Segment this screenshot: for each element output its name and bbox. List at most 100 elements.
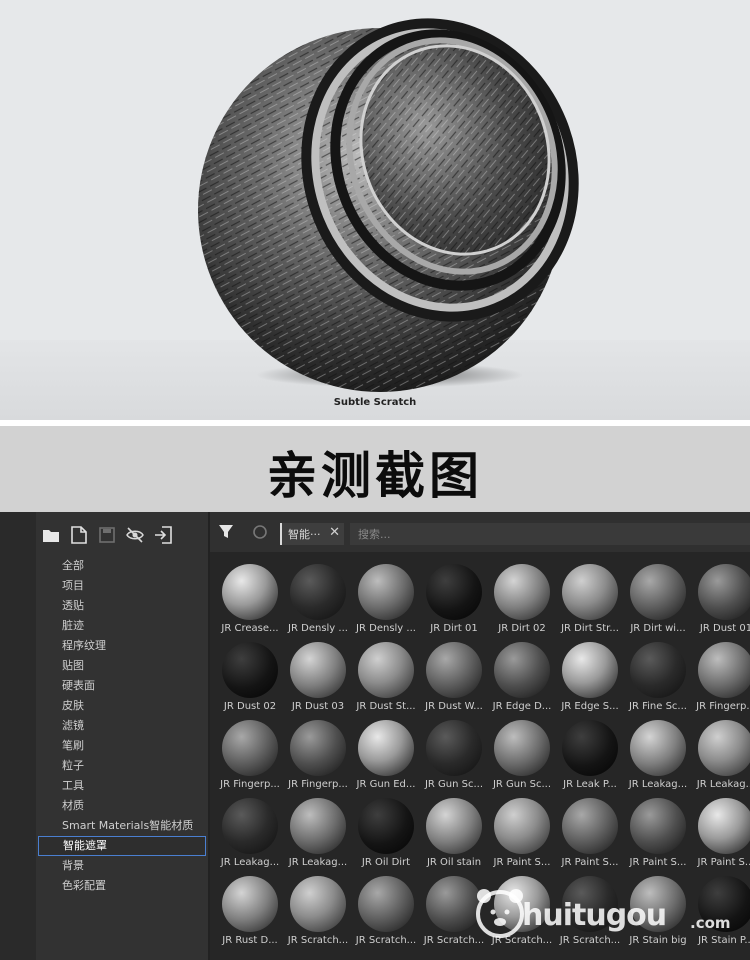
category-item[interactable]: 笔刷: [36, 736, 208, 756]
material-thumbnail: [222, 564, 278, 620]
filter-tag[interactable]: 智能··· ✕: [280, 523, 344, 545]
asset-tile[interactable]: JR Dirt Str...: [556, 560, 624, 636]
asset-tile[interactable]: JR Paint S...: [624, 794, 692, 870]
asset-tile[interactable]: JR Fine Sc...: [624, 638, 692, 714]
asset-name: JR Scratch...: [287, 935, 349, 946]
asset-tile[interactable]: JR Fingerp...: [284, 716, 352, 792]
asset-tile[interactable]: JR Paint S...: [488, 794, 556, 870]
asset-tile[interactable]: JR Gun Sc...: [420, 716, 488, 792]
material-thumbnail: [290, 720, 346, 776]
asset-name: JR Leakag...: [220, 857, 280, 868]
search-input[interactable]: [350, 523, 750, 545]
new-file-icon[interactable]: [68, 524, 90, 546]
filter-icon[interactable]: [218, 524, 238, 542]
asset-tile[interactable]: JR Densly ...: [284, 560, 352, 636]
asset-tile[interactable]: JR Dirt 01: [420, 560, 488, 636]
asset-tile[interactable]: JR Fingerp...: [692, 638, 750, 714]
asset-tile[interactable]: JR Scratch...: [284, 872, 352, 948]
category-item[interactable]: 全部: [36, 556, 208, 576]
material-thumbnail: [698, 642, 750, 698]
material-thumbnail: [698, 564, 750, 620]
category-item[interactable]: 脏迹: [36, 616, 208, 636]
category-item[interactable]: 智能遮罩: [38, 836, 206, 856]
asset-tile[interactable]: JR Densly ...: [352, 560, 420, 636]
asset-name: JR Oil stain: [426, 857, 482, 868]
asset-tile[interactable]: JR Dust 02: [216, 638, 284, 714]
save-icon[interactable]: [96, 524, 118, 546]
category-item[interactable]: 硬表面: [36, 676, 208, 696]
asset-tile[interactable]: JR Edge S...: [556, 638, 624, 714]
asset-name: JR Paint S...: [697, 857, 750, 868]
folder-icon[interactable]: [40, 524, 62, 546]
material-thumbnail: [562, 720, 618, 776]
material-thumbnail: [358, 564, 414, 620]
asset-toolbar: 智能··· ✕: [210, 512, 750, 552]
watermark-text: huitugou: [522, 898, 667, 933]
material-thumbnail: [630, 564, 686, 620]
asset-tile[interactable]: JR Leakag...: [216, 794, 284, 870]
reset-icon[interactable]: [252, 524, 270, 542]
asset-tile[interactable]: JR Dust 03: [284, 638, 352, 714]
asset-tile[interactable]: JR Leakag...: [692, 716, 750, 792]
asset-name: JR Leakag...: [288, 857, 348, 868]
category-item[interactable]: 粒子: [36, 756, 208, 776]
material-thumbnail: [698, 720, 750, 776]
material-thumbnail: [630, 720, 686, 776]
category-item[interactable]: 项目: [36, 576, 208, 596]
asset-name: JR Dust 02: [223, 701, 277, 712]
asset-tile[interactable]: JR Gun Sc...: [488, 716, 556, 792]
category-item[interactable]: 背景: [36, 856, 208, 876]
material-thumbnail: [358, 876, 414, 932]
close-icon[interactable]: ✕: [329, 525, 340, 540]
asset-tile[interactable]: JR Dust W...: [420, 638, 488, 714]
category-item[interactable]: 贴图: [36, 656, 208, 676]
asset-tile[interactable]: JR Rust D...: [216, 872, 284, 948]
asset-tile[interactable]: JR Dirt 02: [488, 560, 556, 636]
material-thumbnail: [562, 798, 618, 854]
material-thumbnail: [494, 720, 550, 776]
category-item[interactable]: 滤镜: [36, 716, 208, 736]
material-thumbnail: [426, 720, 482, 776]
asset-name: JR Paint S...: [493, 857, 551, 868]
category-item[interactable]: 透贴: [36, 596, 208, 616]
asset-name: JR Crease...: [221, 623, 279, 634]
category-item[interactable]: 材质: [36, 796, 208, 816]
bear-logo-icon: [476, 889, 524, 938]
asset-name: JR Paint S...: [629, 857, 687, 868]
asset-tile[interactable]: JR Crease...: [216, 560, 284, 636]
category-item[interactable]: 色彩配置: [36, 876, 208, 896]
asset-name: JR Edge D...: [492, 701, 552, 712]
import-icon[interactable]: [152, 524, 174, 546]
material-thumbnail: [290, 798, 346, 854]
asset-tile[interactable]: JR Fingerp...: [216, 716, 284, 792]
asset-tile[interactable]: JR Oil stain: [420, 794, 488, 870]
asset-name: JR Dirt Str...: [561, 623, 619, 634]
banner-title: 亲测截图: [267, 447, 483, 505]
asset-tile[interactable]: JR Dust St...: [352, 638, 420, 714]
category-item[interactable]: Smart Materials智能材质: [36, 816, 208, 836]
asset-tile[interactable]: JR Dirt wi...: [624, 560, 692, 636]
asset-tile[interactable]: JR Scratch...: [352, 872, 420, 948]
asset-name: JR Densly ...: [288, 623, 348, 634]
category-item[interactable]: 程序纹理: [36, 636, 208, 656]
preview-caption: Subtle Scratch: [333, 397, 417, 408]
category-item[interactable]: 工具: [36, 776, 208, 796]
material-thumbnail: [222, 876, 278, 932]
material-thumbnail: [630, 642, 686, 698]
asset-name: JR Leakag...: [696, 779, 750, 790]
category-sidebar: 全部 项目 透贴 脏迹 程序纹理 贴图 硬表面 皮肤 滤镜 笔刷 粒子 工具 材质 Smart Mater…: [36, 512, 210, 960]
asset-tile[interactable]: JR Leak P...: [556, 716, 624, 792]
category-item[interactable]: 皮肤: [36, 696, 208, 716]
asset-tile[interactable]: JR Dust 01: [692, 560, 750, 636]
asset-tile[interactable]: JR Gun Ed...: [352, 716, 420, 792]
hide-icon[interactable]: [124, 524, 146, 546]
asset-tile[interactable]: JR Paint S...: [692, 794, 750, 870]
asset-tile[interactable]: JR Leakag...: [284, 794, 352, 870]
asset-name: JR Dirt 02: [498, 623, 546, 634]
asset-tile[interactable]: JR Paint S...: [556, 794, 624, 870]
asset-tile[interactable]: JR Leakag...: [624, 716, 692, 792]
asset-name: JR Fine Sc...: [629, 701, 687, 712]
asset-tile[interactable]: JR Edge D...: [488, 638, 556, 714]
asset-tile[interactable]: JR Oil Dirt: [352, 794, 420, 870]
asset-name: JR Dust St...: [356, 701, 416, 712]
